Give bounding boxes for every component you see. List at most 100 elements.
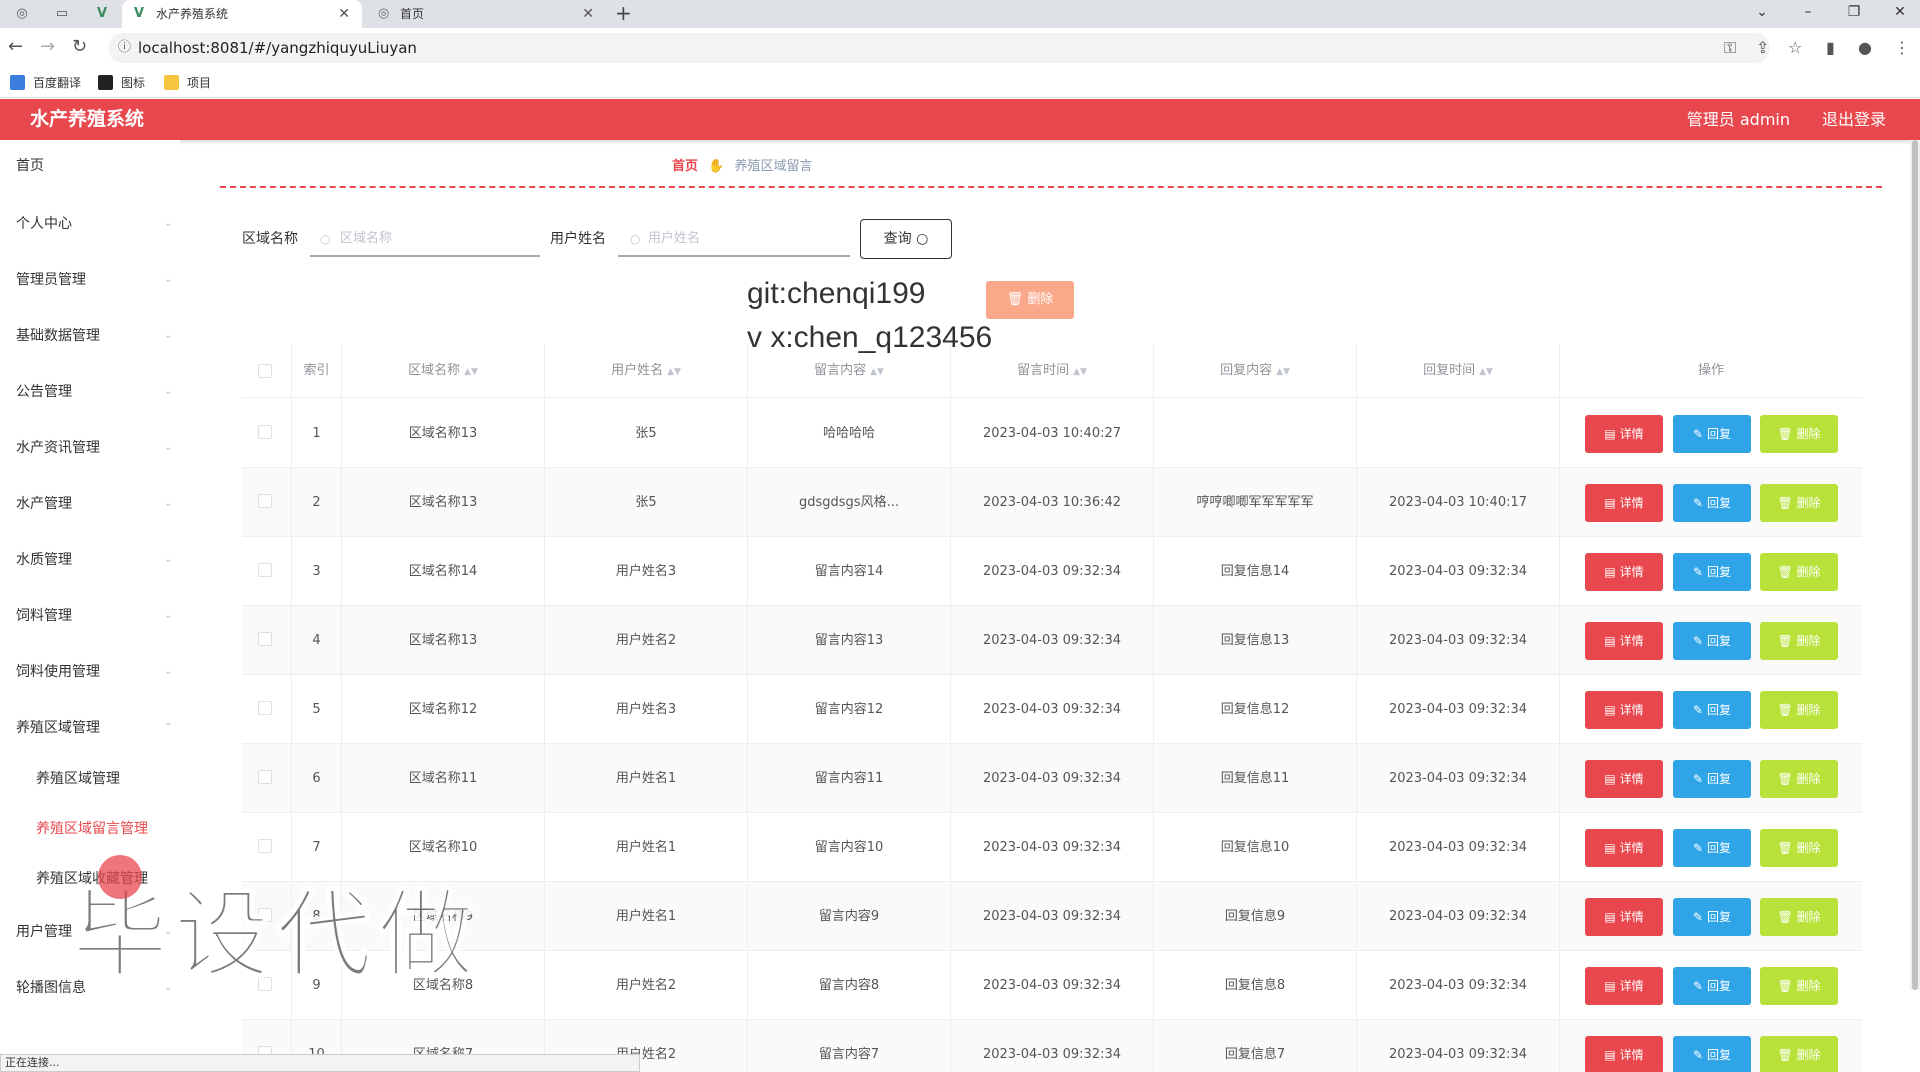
detail-button[interactable]: ▤ 详情 [1585, 484, 1663, 522]
detail-button[interactable]: ▤ 详情 [1585, 691, 1663, 729]
sort-icon[interactable]: ▲▼ [1073, 367, 1087, 377]
header-reply-time[interactable]: 回复时间 ▲▼ [1357, 344, 1560, 398]
browser-tab[interactable]: ◎ 首页 ✕ [366, 0, 606, 28]
chevron-down-icon[interactable]: ⌄ [1752, 0, 1772, 24]
window-close-icon[interactable]: ✕ [1890, 0, 1910, 24]
sort-icon[interactable]: ▲▼ [870, 367, 884, 377]
vue-logo-icon[interactable]: V [90, 4, 114, 24]
reply-button[interactable]: ✎ 回复 [1673, 967, 1751, 1005]
profile-icon[interactable]: ● [1858, 38, 1872, 58]
scrollbar-thumb[interactable] [1912, 140, 1918, 990]
row-checkbox[interactable] [258, 770, 272, 784]
row-checkbox[interactable] [258, 839, 272, 853]
sidebar-item-basic-data[interactable]: 基础数据管理 ⌄ [16, 326, 176, 346]
detail-button[interactable]: ▤ 详情 [1585, 553, 1663, 591]
sidebar-item-breeding-area[interactable]: 养殖区域管理 ⌃ [16, 718, 176, 738]
cell-content: gdsgdsgs风格... [748, 468, 951, 537]
breadcrumb-home[interactable]: 首页 [672, 159, 698, 174]
sidebar-item-news[interactable]: 水产资讯管理 ⌄ [16, 438, 176, 458]
delete-button[interactable]: 🗑 删除 [1760, 622, 1838, 660]
detail-button[interactable]: ▤ 详情 [1585, 1036, 1663, 1072]
user-name-input[interactable] [618, 222, 850, 257]
delete-button[interactable]: 🗑 删除 [1760, 967, 1838, 1005]
header-area[interactable]: 区域名称 ▲▼ [342, 344, 545, 398]
forward-arrow-icon[interactable]: → [40, 36, 55, 58]
page-scrollbar[interactable] [1910, 140, 1920, 990]
row-checkbox[interactable] [258, 563, 272, 577]
sort-icon[interactable]: ▲▼ [1479, 367, 1493, 377]
sidebar-item-water-quality[interactable]: 水质管理 ⌄ [16, 550, 176, 570]
sidebar-subitem-area-message[interactable]: 养殖区域留言管理 [36, 819, 148, 839]
delete-button[interactable]: 🗑 删除 [1760, 415, 1838, 453]
row-checkbox[interactable] [258, 632, 272, 646]
reply-button[interactable]: ✎ 回复 [1673, 760, 1751, 798]
reply-button[interactable]: ✎ 回复 [1673, 415, 1751, 453]
sidebar-item-aquatic[interactable]: 水产管理 ⌄ [16, 494, 176, 514]
delete-button[interactable]: 🗑 删除 [1760, 1036, 1838, 1072]
delete-button[interactable]: 🗑 删除 [1760, 829, 1838, 867]
table-row: 1 区域名称13 张5 哈哈哈哈 2023-04-03 10:40:27 ▤ 详情 ✎ 回复… [242, 399, 1862, 468]
restore-icon[interactable]: ❐ [1844, 0, 1864, 24]
sort-icon[interactable]: ▲▼ [464, 367, 478, 377]
bookmark-item[interactable]: 百度翻译 [10, 74, 81, 92]
header-time[interactable]: 留言时间 ▲▼ [951, 344, 1154, 398]
sidebar-item-feed[interactable]: 饲料管理 ⌄ [16, 606, 176, 626]
new-tab-plus-icon[interactable]: + [615, 0, 632, 26]
row-checkbox[interactable] [258, 425, 272, 439]
reply-button[interactable]: ✎ 回复 [1673, 484, 1751, 522]
reply-button[interactable]: ✎ 回复 [1673, 553, 1751, 591]
sidebar-item-admin[interactable]: 管理员管理 ⌄ [16, 270, 176, 290]
sidebar-item-home[interactable]: 首页 [16, 156, 176, 176]
blank-tab-icon[interactable]: ▭ [50, 4, 74, 24]
bookmark-item[interactable]: 项目 [164, 74, 211, 92]
area-name-input[interactable] [310, 222, 540, 257]
close-icon[interactable]: ✕ [338, 0, 350, 28]
sort-icon[interactable]: ▲▼ [667, 367, 681, 377]
reload-icon[interactable]: ↻ [72, 36, 87, 58]
trash-icon: 🗑 [1777, 703, 1793, 717]
minimize-icon[interactable]: – [1798, 0, 1818, 24]
detail-button[interactable]: ▤ 详情 [1585, 622, 1663, 660]
detail-button[interactable]: ▤ 详情 [1585, 967, 1663, 1005]
detail-button[interactable]: ▤ 详情 [1585, 898, 1663, 936]
reply-button[interactable]: ✎ 回复 [1673, 691, 1751, 729]
reply-button[interactable]: ✎ 回复 [1673, 1036, 1751, 1072]
reply-button[interactable]: ✎ 回复 [1673, 622, 1751, 660]
bookmark-item[interactable]: 图标 [98, 74, 145, 92]
share-icon[interactable]: ⇪ [1756, 38, 1769, 58]
bookmark-star-icon[interactable]: ☆ [1788, 38, 1802, 58]
url-field[interactable]: ⓘ localhost:8081/#/yangzhiquyuLiuyan [108, 33, 1770, 63]
sidebar-subitem-area-manage[interactable]: 养殖区域管理 [36, 769, 120, 789]
query-button[interactable]: 查询 ○ [860, 219, 952, 259]
header-content[interactable]: 留言内容 ▲▼ [748, 344, 951, 398]
reply-button[interactable]: ✎ 回复 [1673, 898, 1751, 936]
detail-button[interactable]: ▤ 详情 [1585, 829, 1663, 867]
info-icon[interactable]: ⓘ [118, 33, 131, 63]
row-checkbox[interactable] [258, 701, 272, 715]
sidebar-item-notice[interactable]: 公告管理 ⌄ [16, 382, 176, 402]
header-user[interactable]: 用户姓名 ▲▼ [545, 344, 748, 398]
sort-icon[interactable]: ▲▼ [1276, 367, 1290, 377]
back-arrow-icon[interactable]: ← [8, 36, 23, 58]
sidebar-item-personal-center[interactable]: 个人中心 ⌄ [16, 214, 176, 234]
select-all-checkbox[interactable] [258, 364, 272, 378]
detail-button[interactable]: ▤ 详情 [1585, 760, 1663, 798]
side-panel-icon[interactable]: ▮ [1826, 38, 1835, 58]
row-checkbox[interactable] [258, 494, 272, 508]
browser-tab-active[interactable]: V 水产养殖系统 ✕ [122, 0, 362, 28]
delete-button[interactable]: 🗑 删除 [1760, 553, 1838, 591]
batch-delete-button[interactable]: 🗑 删除 [986, 281, 1074, 319]
delete-button[interactable]: 🗑 删除 [1760, 898, 1838, 936]
key-icon[interactable]: ⚿ [1724, 38, 1736, 58]
reply-button[interactable]: ✎ 回复 [1673, 829, 1751, 867]
more-menu-icon[interactable]: ⋮ [1894, 38, 1910, 58]
sidebar-item-feed-usage[interactable]: 饲料使用管理 ⌄ [16, 662, 176, 682]
delete-button[interactable]: 🗑 删除 [1760, 691, 1838, 729]
delete-button[interactable]: 🗑 删除 [1760, 484, 1838, 522]
logout-link[interactable]: 退出登录 [1822, 99, 1886, 140]
globe-icon[interactable]: ◎ [10, 4, 34, 24]
close-icon[interactable]: ✕ [582, 0, 594, 28]
header-reply[interactable]: 回复内容 ▲▼ [1154, 344, 1357, 398]
detail-button[interactable]: ▤ 详情 [1585, 415, 1663, 453]
delete-button[interactable]: 🗑 删除 [1760, 760, 1838, 798]
